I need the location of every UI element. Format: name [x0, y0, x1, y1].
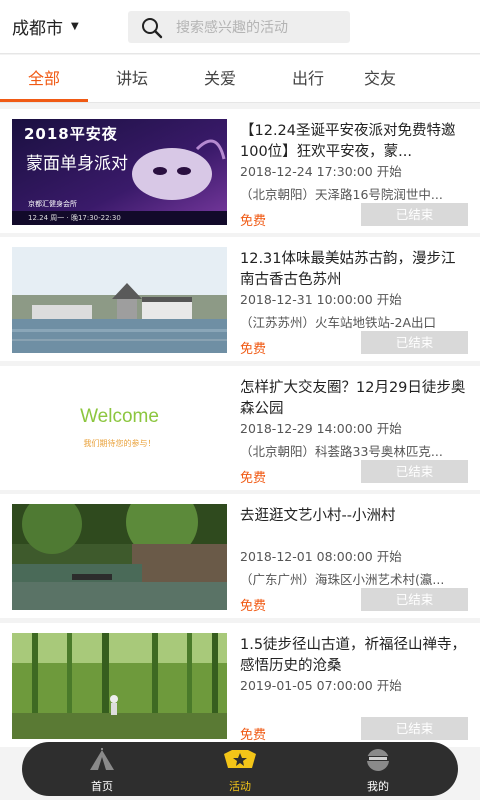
poster-heading: 2018平安夜: [24, 125, 118, 143]
event-price: 免费: [240, 599, 267, 614]
poster-date: 12.24 周一 · 晚17:30-22:30: [28, 214, 121, 222]
event-thumbnail: Welcome 我们期待您的参与！: [12, 376, 227, 482]
search-icon: [138, 11, 170, 43]
bottom-nav: 首页 活动 我的: [22, 742, 458, 796]
event-title[interactable]: 怎样扩大交友圈？12月29日徒步奥森公园: [240, 378, 468, 420]
event-card[interactable]: 1.5徒步径山古道，祈福径山禅寺，感悟历史的沧桑 2019-01-05 07:0…: [0, 623, 480, 747]
search-placeholder: 搜索感兴趣的活动: [176, 20, 288, 36]
event-time: 2018-12-24 17:30:00 开始: [240, 164, 402, 179]
event-title[interactable]: 12.31体味最美姑苏古韵，漫步江南古香古色苏州: [240, 249, 468, 291]
event-card[interactable]: 2018平安夜 蒙面单身派对 京都汇健身会所 12.24 周一 · 晚17:30…: [0, 109, 480, 233]
event-thumbnail: 2018平安夜 蒙面单身派对 京都汇健身会所 12.24 周一 · 晚17:30…: [12, 119, 227, 225]
event-title[interactable]: 去逛逛文艺小村--小洲村: [240, 506, 468, 548]
nav-home-label: 首页: [91, 780, 113, 793]
nav-activity-label: 活动: [229, 780, 251, 793]
event-card[interactable]: Welcome 我们期待您的参与！ 怎样扩大交友圈？12月29日徒步奥森公园 2…: [0, 366, 480, 490]
event-thumbnail: [12, 633, 227, 739]
event-status-button[interactable]: 已结束: [361, 203, 468, 226]
event-status-button[interactable]: 已结束: [361, 717, 468, 740]
search-box[interactable]: 搜索感兴趣的活动: [128, 11, 350, 43]
event-thumbnail: [12, 504, 227, 610]
event-location: （北京朝阳）科荟路33号奥林匹克...: [240, 444, 443, 459]
star-badge-icon: [222, 750, 258, 776]
top-bar: 成都市 ▼ 搜索感兴趣的活动: [0, 0, 480, 54]
event-price: 免费: [240, 471, 267, 486]
poster-welcome: Welcome: [80, 406, 159, 427]
event-card[interactable]: 12.31体味最美姑苏古韵，漫步江南古香古色苏州 2018-12-31 10:0…: [0, 237, 480, 361]
nav-me[interactable]: 我的: [338, 748, 418, 794]
event-time: 2018-12-31 10:00:00 开始: [240, 292, 402, 307]
event-price: 免费: [240, 342, 267, 357]
nav-home[interactable]: 首页: [62, 748, 142, 794]
tab-care[interactable]: 关爱: [176, 55, 264, 103]
event-time: 2019-01-05 07:00:00 开始: [240, 678, 402, 693]
city-label: 成都市: [12, 19, 63, 39]
active-tab-indicator: [0, 99, 88, 102]
event-status-button[interactable]: 已结束: [361, 460, 468, 483]
event-time: 2018-12-01 08:00:00 开始: [240, 549, 402, 564]
event-location: （江苏苏州）火车站地铁站-2A出口: [240, 315, 437, 330]
poster-org: 京都汇健身会所: [28, 200, 77, 208]
event-price: 免费: [240, 728, 267, 743]
tab-all[interactable]: 全部: [0, 55, 88, 103]
event-status-button[interactable]: 已结束: [361, 331, 468, 354]
helmet-icon: [365, 749, 391, 776]
tab-forum[interactable]: 讲坛: [88, 55, 176, 103]
tab-social[interactable]: 交友: [336, 55, 424, 103]
poster-subtitle: 蒙面单身派对: [26, 154, 128, 174]
event-status-button[interactable]: 已结束: [361, 588, 468, 611]
event-location: （广东广州）海珠区小洲艺术村(瀛...: [240, 572, 445, 587]
caret-down-icon: ▼: [71, 21, 79, 32]
event-title[interactable]: 1.5徒步径山古道，祈福径山禅寺，感悟历史的沧桑: [240, 635, 468, 677]
event-title[interactable]: 【12.24圣诞平安夜派对免费特邀100位】狂欢平安夜，蒙...: [240, 121, 468, 163]
tent-icon: [87, 748, 117, 776]
event-location: （北京朝阳）天泽路16号院润世中...: [240, 187, 443, 202]
event-price: 免费: [240, 214, 267, 229]
nav-me-label: 我的: [367, 780, 389, 793]
poster-tagline: 我们期待您的参与！: [83, 439, 156, 448]
event-time: 2018-12-29 14:00:00 开始: [240, 421, 402, 436]
nav-activity[interactable]: 活动: [200, 748, 280, 794]
event-card[interactable]: 去逛逛文艺小村--小洲村 2018-12-01 08:00:00 开始 （广东广…: [0, 494, 480, 618]
city-selector[interactable]: 成都市 ▼: [12, 14, 79, 39]
category-tabs: 全部 讲坛 关爱 出行 交友: [0, 55, 480, 103]
event-thumbnail: [12, 247, 227, 353]
